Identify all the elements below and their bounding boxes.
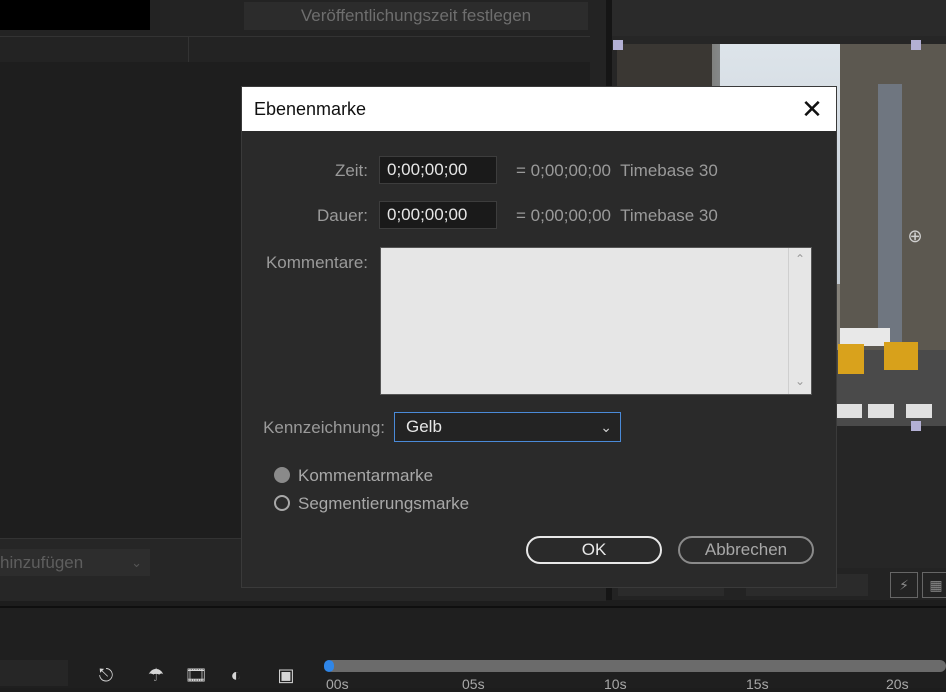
transparency-grid-icon[interactable]: ▦ — [922, 572, 946, 598]
add-dropdown[interactable]: hinzufügen ⌄ — [0, 549, 150, 576]
chevron-up-icon[interactable]: ⌃ — [789, 250, 811, 268]
transform-handle[interactable] — [911, 40, 921, 50]
timeline-work-area-bar[interactable] — [326, 660, 946, 672]
chevron-down-icon[interactable]: ⌄ — [789, 372, 811, 390]
dialog-title: Ebenenmarke — [254, 99, 367, 119]
timeline-tick-label: 00s — [326, 676, 349, 692]
motion-blur-icon[interactable]: ◐ — [222, 664, 250, 686]
preview-crosswalk-stripe — [868, 404, 894, 418]
preview-taxi — [838, 344, 864, 374]
timeline-search-box[interactable] — [0, 660, 68, 686]
comment-marker-label[interactable]: Kommentarmarke — [298, 466, 433, 486]
anchor-point-icon[interactable]: ⊕ — [905, 226, 925, 246]
segment-marker-radio[interactable] — [274, 495, 290, 511]
preview-building-tower — [878, 84, 902, 344]
duration-label: Dauer: — [316, 206, 368, 225]
time-input[interactable] — [379, 156, 497, 184]
list-header-row — [0, 36, 590, 64]
comments-label: Kommentare: — [265, 253, 368, 272]
label-color-value: Gelb — [406, 417, 442, 436]
fast-preview-icon[interactable]: ⚡ — [890, 572, 918, 598]
transform-handle[interactable] — [613, 40, 623, 50]
composition-panel-header — [612, 0, 946, 36]
timeline-tick-label: 10s — [604, 676, 627, 692]
draft-3d-icon[interactable]: ☂ — [142, 664, 170, 686]
time-equivalent: = 0;00;00;00 Timebase 30 — [516, 161, 718, 180]
composition-flowchart-icon[interactable]: ⎋ — [92, 664, 120, 686]
preview-crosswalk-stripe — [836, 404, 862, 418]
label-color-select[interactable]: Gelb ⌄ — [394, 412, 621, 442]
dialog-titlebar[interactable]: Ebenenmarke ✕ — [242, 87, 836, 131]
ok-button[interactable]: OK — [526, 536, 662, 564]
close-icon[interactable]: ✕ — [794, 91, 830, 127]
frame-blending-icon[interactable]: 🎞 — [182, 664, 210, 686]
preview-thumbnail — [0, 0, 150, 30]
transform-handle[interactable] — [911, 421, 921, 431]
time-label: Zeit: — [334, 161, 368, 180]
comment-marker-radio[interactable] — [274, 467, 290, 483]
timeline-playhead[interactable] — [324, 660, 334, 672]
duration-input[interactable] — [379, 201, 497, 229]
preview-crosswalk-stripe — [906, 404, 932, 418]
label-color-label: Kennzeichnung: — [263, 418, 385, 437]
cancel-button[interactable]: Abbrechen — [678, 536, 814, 564]
segment-marker-label[interactable]: Segmentierungsmarke — [298, 494, 469, 514]
timeline-tick-label: 05s — [462, 676, 485, 692]
chevron-down-icon: ⌄ — [600, 419, 612, 435]
set-publish-time-button[interactable]: Veröffentlichungszeit festlegen — [244, 2, 588, 30]
add-dropdown-label: hinzufügen — [0, 553, 84, 572]
graph-editor-icon[interactable]: ▣ — [272, 664, 300, 686]
comments-scrollbar[interactable]: ⌃ ⌄ — [788, 248, 811, 394]
list-header-divider — [188, 36, 189, 62]
layer-marker-dialog: Ebenenmarke ✕ Zeit: = 0;00;00;00 Timebas… — [242, 87, 836, 587]
timeline-tick-label: 15s — [746, 676, 769, 692]
chevron-down-icon: ⌄ — [131, 555, 142, 570]
duration-equivalent: = 0;00;00;00 Timebase 30 — [516, 206, 718, 225]
preview-taxi — [884, 342, 918, 370]
timeline-tick-label: 20s — [886, 676, 909, 692]
comments-textarea[interactable]: ⌃ ⌄ — [380, 247, 812, 395]
